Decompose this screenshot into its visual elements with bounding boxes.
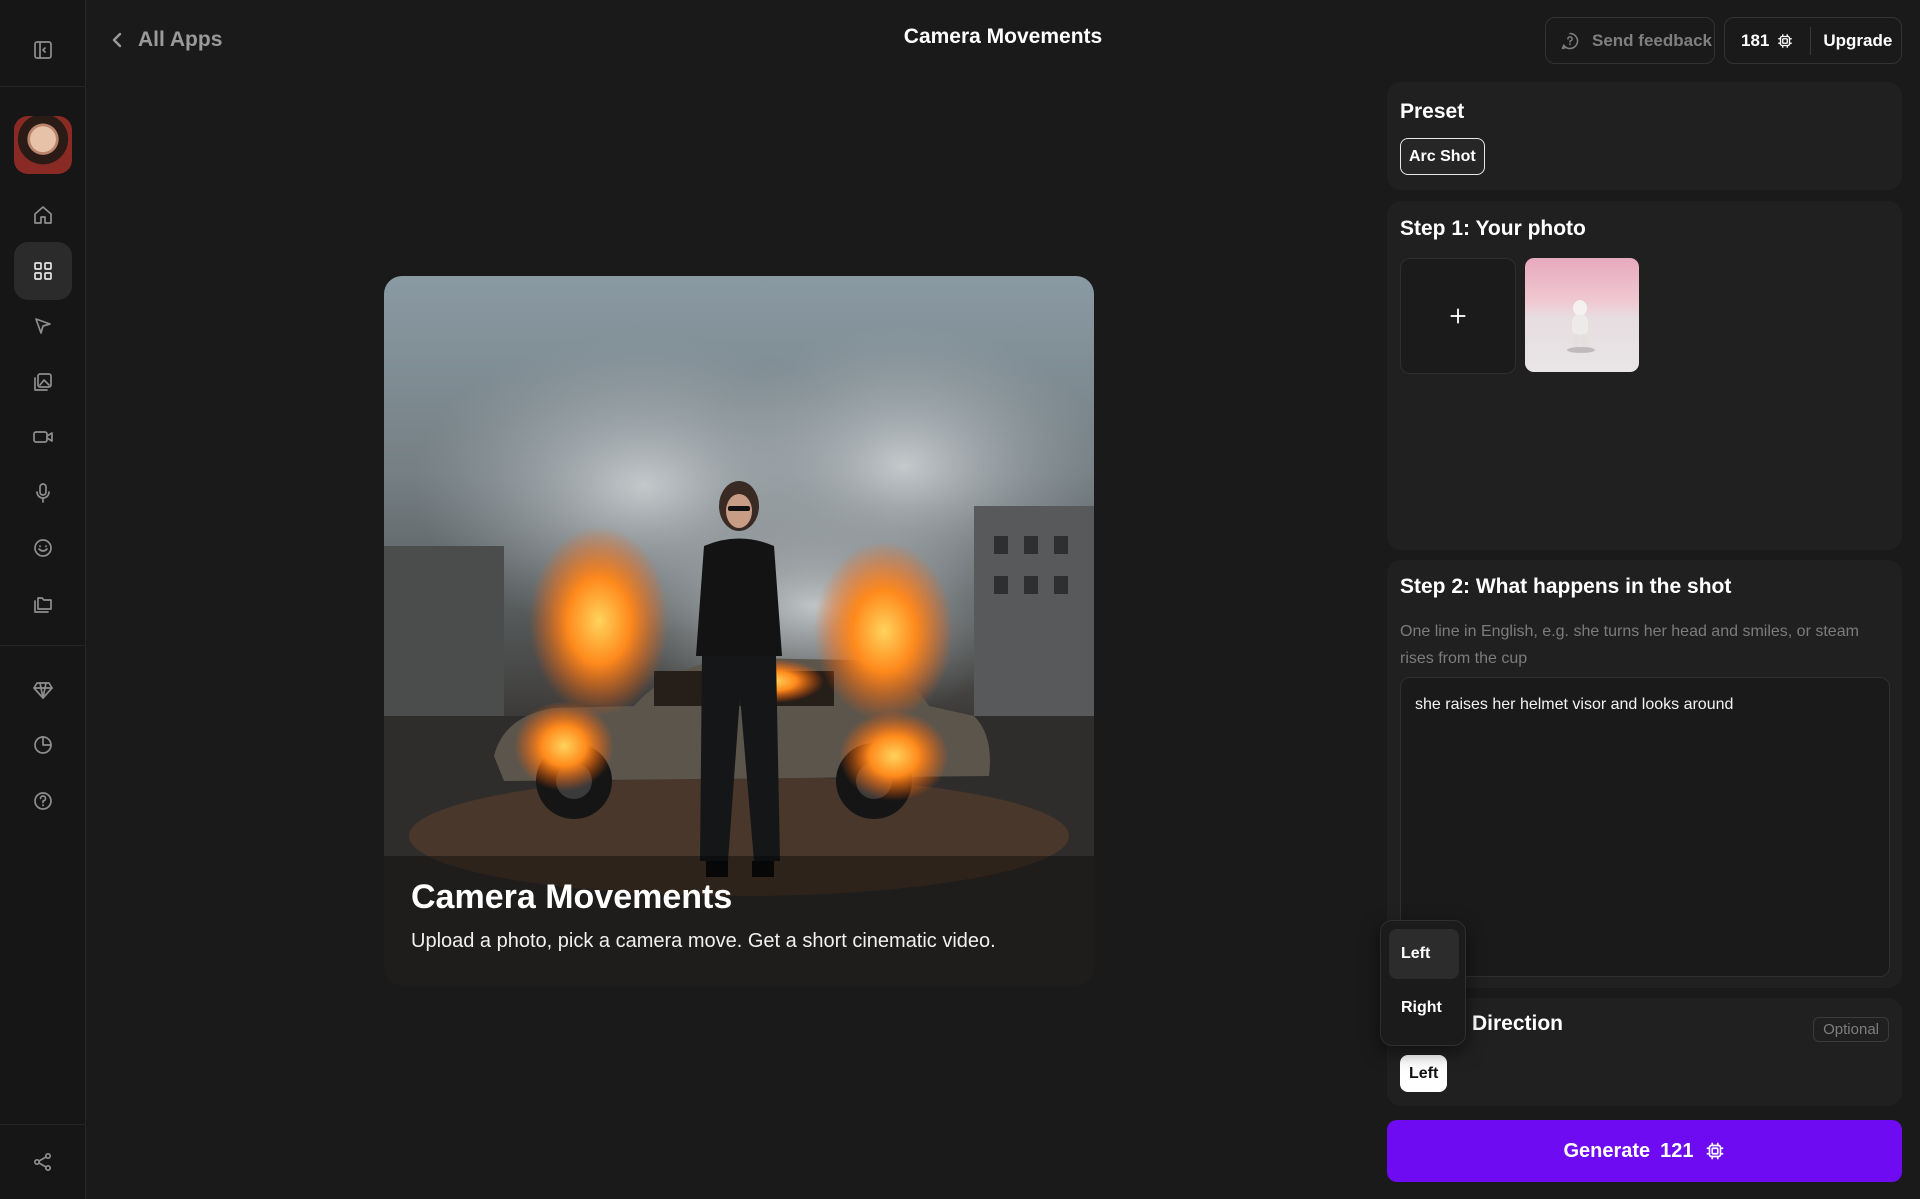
credit-chip-icon [1706,1142,1723,1160]
credits-upgrade-group: 181 Upgrade [1724,17,1902,64]
direction-title: Direction [1472,1012,1564,1035]
avatar[interactable] [14,116,72,174]
generate-cost: 121 [1660,1139,1694,1162]
image-edit-icon[interactable] [14,353,72,411]
hero-preview: Camera Movements Upload a photo, pick a … [384,276,1094,986]
step2-hint: One line in English, e.g. she turns her … [1400,623,1859,667]
direction-option-right[interactable]: Right [1389,983,1459,1033]
send-feedback-button[interactable]: Send feedback [1545,17,1715,64]
share-icon[interactable] [14,1133,72,1191]
folders-icon[interactable] [14,575,72,633]
direction-dropdown: Left Right [1380,920,1466,1046]
sidebar-divider [0,645,86,646]
direction-select[interactable]: Left [1400,1055,1448,1092]
generate-button[interactable]: Generate 121 [1387,1120,1902,1182]
video-icon[interactable] [14,408,72,466]
credit-balance[interactable]: 181 [1725,26,1812,55]
preset-card: Preset Arc Shot [1387,82,1902,190]
preset-title: Preset [1400,100,1465,123]
cursor-icon[interactable] [14,297,72,355]
step1-title: Step 1: Your photo [1400,217,1586,240]
pie-chart-icon[interactable] [14,716,72,774]
diamond-icon[interactable] [14,661,72,719]
credit-count: 181 [1741,30,1770,50]
back-link-label: All Apps [138,28,223,51]
astronaut-image [1567,300,1595,353]
upload-photo-button[interactable] [1400,258,1516,374]
step2-card: Step 2: What happens in the shot One lin… [1387,560,1902,988]
back-to-all-apps-link[interactable]: All Apps [110,24,222,56]
step1-card: Step 1: Your photo [1387,201,1902,550]
optional-badge: Optional [1813,1017,1889,1042]
generate-label: Generate [1563,1139,1651,1162]
chevron-left-icon [112,32,122,48]
microphone-icon[interactable] [14,464,72,522]
credit-chip-icon [1778,33,1793,48]
uploaded-photo-thumbnail[interactable] [1525,258,1639,372]
help-icon[interactable] [14,772,72,830]
sidebar-divider [0,1124,86,1125]
hero-title: Camera Movements [411,878,733,916]
plus-icon [1450,308,1466,324]
send-feedback-label: Send feedback [1592,30,1712,50]
panel-toggle-icon[interactable] [14,21,72,79]
app-root: All Apps Camera Movements Send feedback … [0,0,1920,1199]
sidebar-divider [0,86,86,87]
step2-title: Step 2: What happens in the shot [1400,575,1732,598]
preset-chip-selected[interactable]: Arc Shot [1400,138,1485,175]
home-icon[interactable] [14,186,72,244]
hero-subtitle: Upload a photo, pick a camera move. Get … [411,930,996,952]
upgrade-button[interactable]: Upgrade [1811,31,1892,51]
apps-grid-icon[interactable] [14,242,72,300]
direction-option-left[interactable]: Left [1389,929,1459,979]
shot-description-input[interactable]: she raises her helmet visor and looks ar… [1400,677,1890,977]
feedback-icon [1561,32,1579,49]
sidebar [0,0,86,1199]
smiley-icon[interactable] [14,519,72,577]
